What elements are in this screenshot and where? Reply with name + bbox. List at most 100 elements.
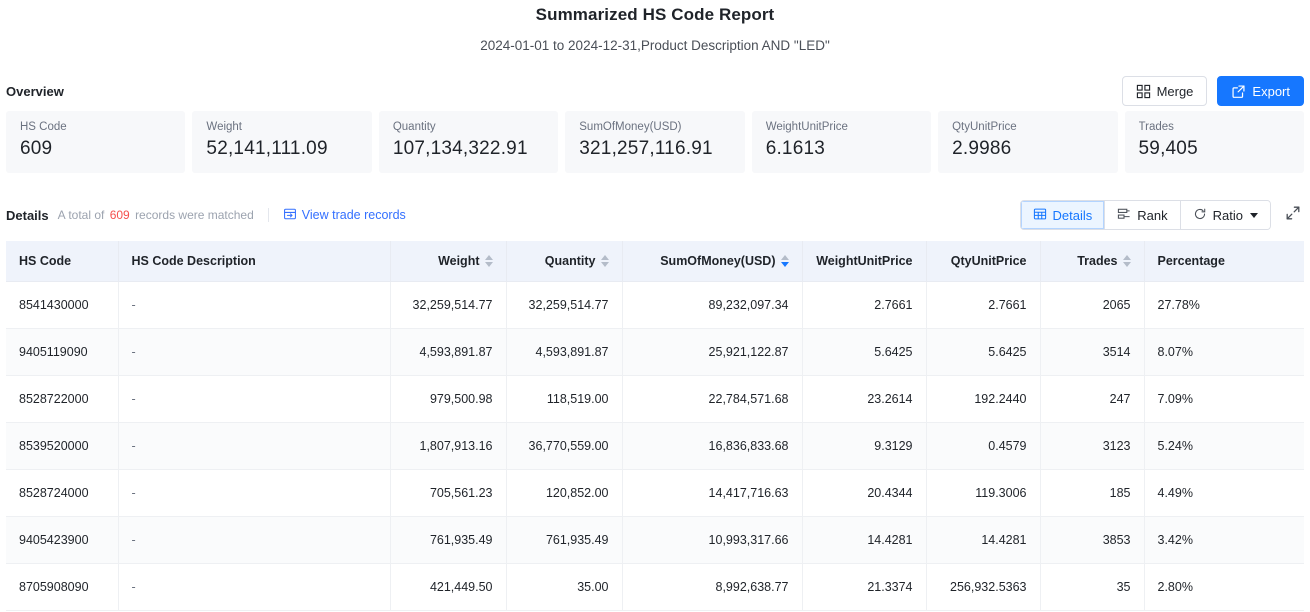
cell-percentage: 8.07%	[1144, 328, 1304, 376]
cell-description: -	[118, 375, 391, 423]
cell-wt_unit: 2.7661	[802, 281, 927, 329]
cell-sum_money: 10,993,317.66	[622, 516, 803, 564]
cell-trades: 185	[1040, 469, 1145, 517]
cell-percentage: 7.09%	[1144, 375, 1304, 423]
table-body: 8541430000-32,259,514.77 32,259,514.77 89,…	[6, 281, 1304, 611]
sort-toggle-weight[interactable]	[484, 254, 493, 267]
cell-quantity: 36,770,559.00	[506, 422, 623, 470]
table-row[interactable]: 9405423900-761,935.49 761,935.49 10,993,31…	[6, 516, 1304, 564]
cell-hs_code: 8528722000	[6, 375, 119, 423]
cell-qty_unit: 119.3006	[926, 469, 1041, 517]
column-header-hs-code[interactable]: HS Code	[6, 241, 119, 282]
cell-hs_code: 8705908090	[6, 563, 119, 611]
cell-quantity: 120,852.00	[506, 469, 623, 517]
cell-wt_unit: 21.3374	[802, 563, 927, 611]
cell-sum_money: 14,417,716.63	[622, 469, 803, 517]
cell-weight: 32,259,514.77	[390, 281, 507, 329]
cell-percentage: 27.78%	[1144, 281, 1304, 329]
cell-description: -	[118, 281, 391, 329]
divider	[267, 208, 269, 222]
column-header-quantity[interactable]: Quantity	[506, 241, 623, 282]
records-note-suffix: records were matched	[135, 208, 254, 222]
cell-quantity: 4,593,891.87	[506, 328, 623, 376]
cell-hs_code: 8539520000	[6, 422, 119, 470]
column-label: WeightUnitPrice	[816, 253, 913, 268]
stat-card-value: 107,134,322.91	[392, 138, 528, 159]
cell-sum_money: 89,232,097.34	[622, 281, 803, 329]
sort-toggle-trades[interactable]	[1122, 254, 1131, 267]
view-trade-records-link[interactable]: View trade records	[283, 207, 406, 224]
cell-sum_money: 22,784,571.68	[622, 375, 803, 423]
records-list-icon	[283, 207, 297, 224]
cell-qty_unit: 5.6425	[926, 328, 1041, 376]
table-row[interactable]: 8528722000-979,500.98 118,519.00 22,784,57…	[6, 375, 1304, 423]
details-section-label: Details	[6, 207, 49, 223]
merge-grid-icon	[1136, 84, 1151, 99]
page-title: Summarized HS Code Report	[535, 5, 775, 24]
cell-quantity: 761,935.49	[506, 516, 623, 564]
column-label: Quantity	[544, 253, 596, 268]
stat-card-label: Quantity	[392, 121, 436, 133]
column-header-qty-unit-price[interactable]: QtyUnitPrice	[926, 241, 1041, 282]
column-header-description[interactable]: HS Code Description	[118, 241, 391, 282]
cell-sum_money: 25,921,122.87	[622, 328, 803, 376]
tab-ratio[interactable]: Ratio	[1180, 201, 1270, 229]
table-row[interactable]: 9405119090-4,593,891.87 4,593,891.87 25,92…	[6, 328, 1304, 376]
fullscreen-expand-button[interactable]	[1282, 204, 1304, 226]
column-header-weight[interactable]: Weight	[390, 241, 507, 282]
cell-wt_unit: 9.3129	[802, 422, 927, 470]
external-link-icon	[1231, 84, 1246, 99]
stat-card-value: 6.1613	[765, 138, 826, 159]
export-button-label: Export	[1252, 83, 1290, 99]
export-button[interactable]: Export	[1217, 76, 1304, 106]
cell-weight: 4,593,891.87	[390, 328, 507, 376]
report-header: Summarized HS Code Report 2024-01-01 to …	[0, 0, 1310, 53]
tab-rank-label: Rank	[1137, 207, 1168, 223]
tab-rank[interactable]: Rank	[1105, 201, 1181, 229]
tab-details[interactable]: Details	[1020, 201, 1106, 229]
view-trade-records-label: View trade records	[301, 208, 406, 222]
stat-card-label: SumOfMoney(USD)	[579, 121, 682, 133]
column-label: QtyUnitPrice	[950, 253, 1027, 268]
cell-description: -	[118, 328, 391, 376]
cell-qty_unit: 0.4579	[926, 422, 1041, 470]
overview-section-label: Overview	[6, 83, 64, 99]
overview-bar: Overview Merge Export	[0, 76, 1310, 106]
tab-ratio-label: Ratio	[1212, 207, 1243, 223]
column-label: Weight	[438, 253, 480, 268]
column-label: SumOfMoney(USD)	[660, 253, 776, 268]
cell-hs_code: 9405423900	[6, 516, 119, 564]
table-grid-icon	[1033, 207, 1047, 224]
sort-toggle-quantity[interactable]	[600, 254, 609, 267]
details-toolbar: Details Rank Ratio	[1019, 200, 1304, 230]
cell-hs_code: 9405119090	[6, 328, 119, 376]
column-header-weight-unit-price[interactable]: WeightUnitPrice	[802, 241, 927, 282]
cell-wt_unit: 14.4281	[802, 516, 927, 564]
cell-qty_unit: 2.7661	[926, 281, 1041, 329]
stat-card-label: HS Code	[20, 121, 67, 133]
stat-card-weight: Weight 52,141,111.09	[192, 111, 372, 173]
cell-percentage: 5.24%	[1144, 422, 1304, 470]
column-header-trades[interactable]: Trades	[1040, 241, 1145, 282]
table-row[interactable]: 8539520000-1,807,913.16 36,770,559.00 16,8…	[6, 422, 1304, 470]
cell-trades: 3853	[1040, 516, 1145, 564]
stat-card-qty-unit-price: QtyUnitPrice 2.9986	[938, 111, 1118, 173]
cell-percentage: 3.42%	[1144, 516, 1304, 564]
table-row[interactable]: 8528724000-705,561.23 120,852.00 14,417,71…	[6, 469, 1304, 517]
cell-wt_unit: 5.6425	[802, 328, 927, 376]
table-row[interactable]: 8705908090-421,449.50 35.00 8,992,638.77 21…	[6, 563, 1304, 611]
sort-toggle-sum-of-money[interactable]	[780, 254, 789, 267]
stat-card-label: Weight	[206, 121, 243, 133]
stat-card-sum-of-money: SumOfMoney(USD) 321,257,116.91	[565, 111, 745, 173]
table-row[interactable]: 8541430000-32,259,514.77 32,259,514.77 89,…	[6, 281, 1304, 329]
details-table-container: HS Code HS Code Description Weight Quant…	[0, 241, 1310, 611]
stat-card-label: WeightUnitPrice	[765, 121, 848, 133]
cell-description: -	[118, 516, 391, 564]
column-header-sum-of-money[interactable]: SumOfMoney(USD)	[622, 241, 803, 282]
column-header-percentage[interactable]: Percentage	[1144, 241, 1304, 282]
cell-quantity: 118,519.00	[506, 375, 623, 423]
merge-button[interactable]: Merge	[1121, 76, 1208, 106]
cell-sum_money: 16,836,833.68	[622, 422, 803, 470]
cell-hs_code: 8541430000	[6, 281, 119, 329]
stat-card-label: QtyUnitPrice	[952, 121, 1017, 133]
